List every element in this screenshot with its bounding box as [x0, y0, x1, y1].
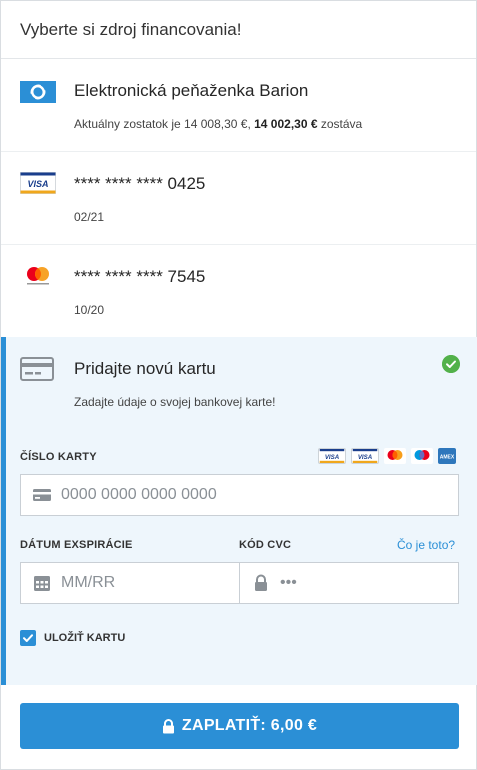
pay-button[interactable]: ZAPLATIŤ: 6,00 € [20, 703, 459, 749]
lock-icon [255, 574, 267, 591]
credit-card-icon [20, 357, 54, 381]
panel-title: Vyberte si zdroj financovania! [20, 19, 242, 39]
svg-text:VISA: VISA [27, 179, 48, 189]
checkbox-checked-icon[interactable] [20, 630, 36, 646]
lock-icon [162, 718, 174, 733]
source-barion-wallet[interactable]: Elektronická peňaženka Barion Aktuálny z… [1, 59, 476, 152]
accepted-brands: VISA VISA AMEX [318, 448, 456, 466]
source-card-mastercard[interactable]: **** **** **** 7545 10/20 [1, 245, 476, 338]
panel-header: Vyberte si zdroj financovania! [1, 1, 476, 59]
svg-text:AMEX: AMEX [440, 455, 455, 461]
source-new-card[interactable]: Pridajte novú kartu Zadajte údaje o svoj… [1, 337, 477, 685]
credit-card-small-icon [33, 489, 51, 501]
payment-source-panel: Vyberte si zdroj financovania! Elektroni… [0, 0, 477, 770]
source-card-visa[interactable]: VISA **** **** **** 0425 02/21 [1, 152, 476, 245]
mastercard-logo-icon [27, 267, 49, 285]
expiry-input[interactable] [61, 574, 236, 592]
barion-logo-icon [20, 81, 56, 103]
card-number-input[interactable] [61, 486, 411, 504]
amex-brand-icon: AMEX [438, 448, 456, 464]
visa-electron-brand-icon: VISA [351, 448, 379, 464]
pay-button-label: ZAPLATIŤ: 6,00 € [181, 717, 318, 734]
visa-logo-icon: VISA [20, 172, 56, 194]
new-card-title: Pridajte novú kartu [74, 359, 216, 378]
card-number-field[interactable] [20, 474, 459, 516]
save-card-checkbox[interactable]: ULOŽIŤ KARTU [20, 630, 125, 646]
cvc-help-link[interactable]: Čo je toto? [397, 538, 455, 552]
cvc-input[interactable] [280, 574, 455, 592]
expiry-field[interactable] [20, 562, 240, 604]
maestro-brand-icon [411, 448, 433, 464]
card-number-label: ČÍSLO KARTY [20, 451, 97, 463]
card-expiry: 02/21 [74, 210, 105, 224]
cvc-label: KÓD CVC [239, 539, 292, 551]
svg-text:VISA: VISA [325, 454, 339, 461]
source-balance: Aktuálny zostatok je 14 008,30 €, 14 002… [74, 117, 363, 131]
selected-check-icon [442, 355, 460, 373]
save-card-label: ULOŽIŤ KARTU [44, 632, 126, 644]
card-number-masked: **** **** **** 0425 [74, 174, 206, 193]
svg-text:VISA: VISA [358, 454, 372, 461]
card-number-masked: **** **** **** 7545 [74, 267, 206, 286]
visa-brand-icon: VISA [318, 448, 346, 464]
source-title: Elektronická peňaženka Barion [74, 81, 309, 100]
cvc-field[interactable] [239, 562, 459, 604]
calendar-icon [34, 576, 50, 591]
expiry-label: DÁTUM EXSPIRÁCIE [20, 539, 133, 551]
mastercard-brand-icon [384, 448, 406, 464]
card-expiry: 10/20 [74, 303, 105, 317]
new-card-subtitle: Zadajte údaje o svojej bankovej karte! [74, 395, 276, 409]
